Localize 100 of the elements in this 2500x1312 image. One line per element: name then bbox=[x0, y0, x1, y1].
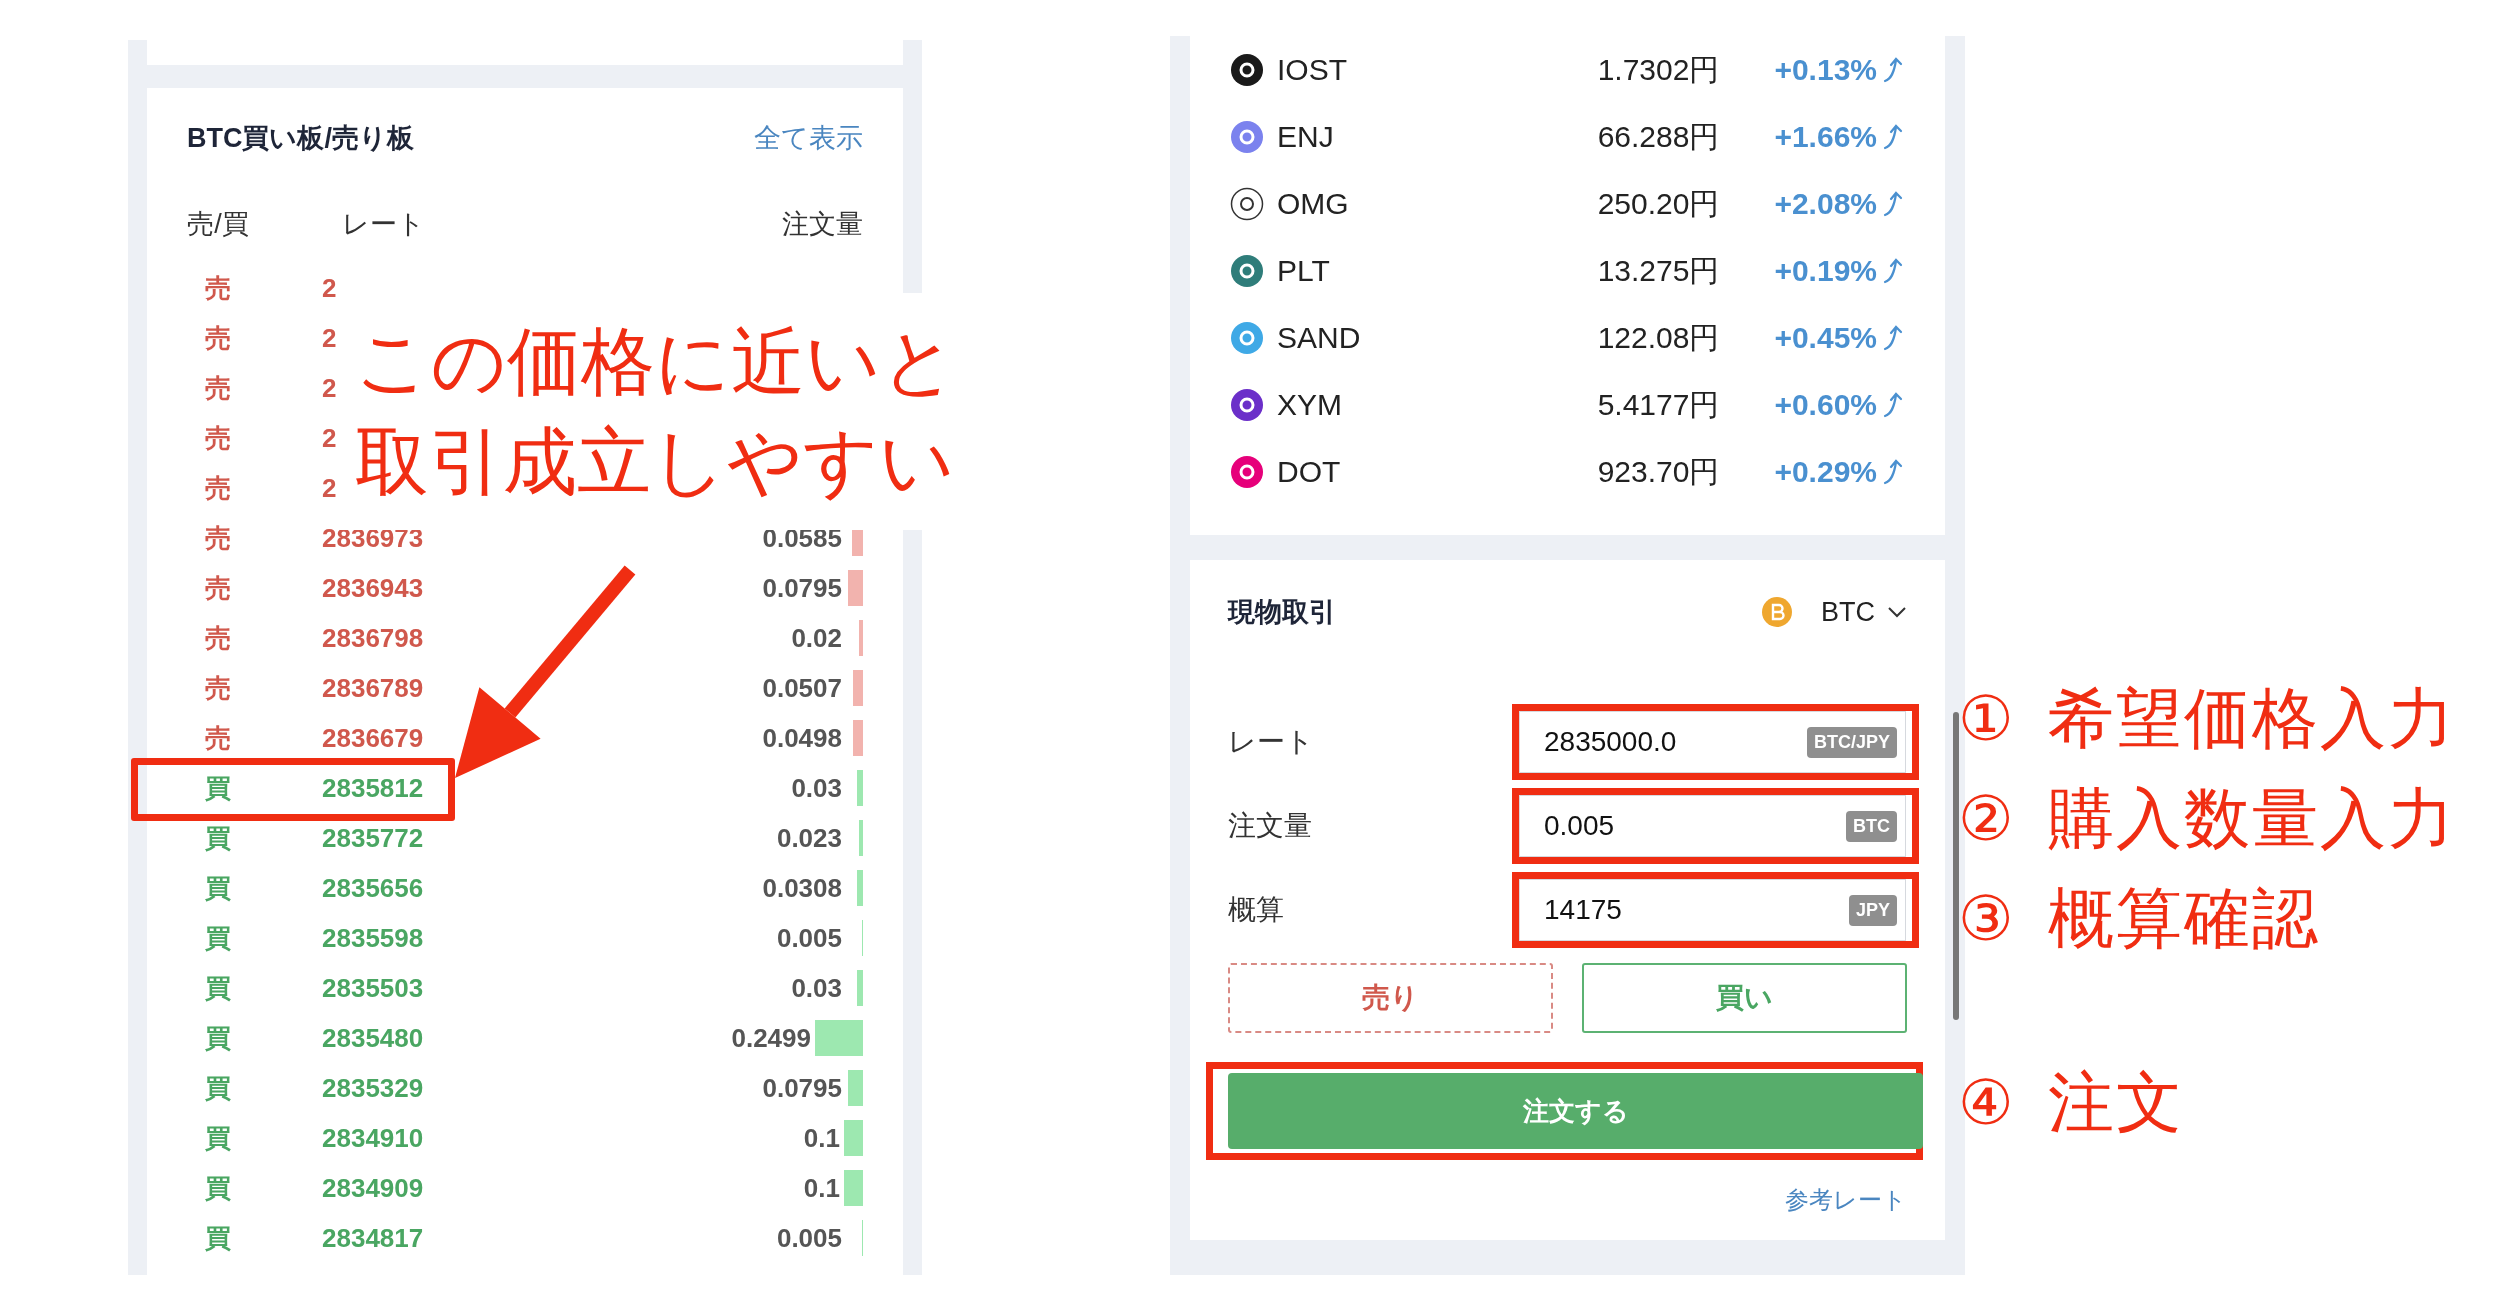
side-label: 買 bbox=[204, 1171, 232, 1205]
input-field[interactable]: 14175 JPY bbox=[1519, 879, 1906, 941]
chevron-down-icon bbox=[1887, 606, 1907, 618]
currency-dropdown[interactable]: BTC bbox=[1821, 591, 1907, 633]
annotation-text: 希望価格入力 bbox=[2048, 679, 2456, 757]
unit-tag: BTC bbox=[1846, 810, 1897, 842]
depth-bar bbox=[853, 720, 863, 756]
annotation-text: 注文 bbox=[2048, 1063, 2184, 1141]
quantity-cell-text: 0.03 bbox=[791, 971, 842, 1005]
quantity-cell-text: 0.0308 bbox=[762, 871, 842, 905]
input-field[interactable]: 0.005 BTC bbox=[1519, 795, 1906, 857]
rate-cell-text: 2834909 bbox=[322, 1171, 424, 1205]
rate-cell-text: 2 bbox=[322, 471, 337, 505]
side-label: 買 bbox=[204, 1221, 232, 1255]
column-header: 売/買 bbox=[187, 207, 249, 241]
trend-up-icon bbox=[1883, 391, 1905, 418]
side-label: 買 bbox=[204, 771, 232, 805]
annotation-text: 購入数量入力 bbox=[2048, 779, 2456, 857]
side-label: 売 bbox=[204, 421, 232, 455]
rate-cell-text: 2 bbox=[322, 421, 337, 455]
coin-symbol: IOST bbox=[1277, 52, 1348, 88]
depth-bar bbox=[857, 970, 863, 1006]
quantity-cell-text: 0.0795 bbox=[762, 1071, 842, 1105]
annotation-text: この価格に近いと bbox=[355, 318, 958, 405]
rate-cell-text: 2834817 bbox=[322, 1221, 424, 1255]
step-number: ④ bbox=[1958, 1064, 2015, 1141]
rate-cell-text: 2835772 bbox=[322, 821, 424, 855]
side-label: 買 bbox=[204, 971, 232, 1005]
trend-up-icon bbox=[1883, 257, 1905, 284]
rate-cell-text: 2834910 bbox=[322, 1121, 424, 1155]
rate-cell-text: 2835503 bbox=[322, 971, 424, 1005]
change-cell-text: +0.60% bbox=[1774, 387, 1877, 423]
trend-up-icon bbox=[1883, 56, 1905, 83]
side-label: 買 bbox=[204, 821, 232, 855]
coin-symbol: OMG bbox=[1277, 186, 1350, 222]
unit-tag: BTC/JPY bbox=[1806, 726, 1897, 758]
annotation-text: 概算確認 bbox=[2048, 879, 2320, 957]
depth-bar bbox=[857, 770, 863, 806]
change-cell-text: +1.66% bbox=[1774, 119, 1877, 155]
unit-tag: JPY bbox=[1848, 894, 1897, 926]
quantity-cell-text: 0.2499 bbox=[731, 1021, 811, 1055]
coin-symbol: SAND bbox=[1277, 320, 1362, 356]
depth-bar bbox=[853, 670, 863, 706]
order-button[interactable]: 注文する bbox=[1228, 1073, 1923, 1149]
change-cell-text: +0.45% bbox=[1774, 320, 1877, 356]
step-number: ② bbox=[1958, 780, 2015, 857]
price-cell-text: 1.7302円 bbox=[1597, 52, 1720, 88]
price-cell-text: 5.4177円 bbox=[1597, 387, 1720, 423]
side-label: 買 bbox=[204, 871, 232, 905]
rate-cell-text: 2835656 bbox=[322, 871, 424, 905]
change-cell-text: +0.19% bbox=[1774, 253, 1877, 289]
sell-button[interactable]: 売り bbox=[1228, 963, 1553, 1033]
quantity-cell-text: 0.005 bbox=[776, 921, 842, 955]
buy-button[interactable]: 買い bbox=[1582, 963, 1907, 1033]
quantity-cell-text: 0.005 bbox=[776, 1221, 842, 1255]
input-field[interactable]: 2835000.0 BTC/JPY bbox=[1519, 711, 1906, 773]
side-label: 買 bbox=[204, 1121, 232, 1155]
quantity-cell-text: 0.0795 bbox=[762, 571, 842, 605]
side-label: 売 bbox=[204, 571, 232, 605]
side-label: 売 bbox=[204, 671, 232, 705]
side-label: 買 bbox=[204, 921, 232, 955]
side-label: 買 bbox=[204, 1021, 232, 1055]
price-cell-text: 66.288円 bbox=[1597, 119, 1720, 155]
rate-cell-text: 2836943 bbox=[322, 571, 424, 605]
trend-up-icon bbox=[1883, 190, 1905, 217]
rate-cell-text: 2 bbox=[322, 271, 337, 305]
field-label: レート bbox=[1228, 725, 1315, 759]
depth-bar bbox=[857, 870, 863, 906]
quantity-cell-text: 0.1 bbox=[803, 1171, 840, 1205]
coin-symbol: DOT bbox=[1277, 454, 1342, 490]
reference-rate-link[interactable]: 参考レート bbox=[1785, 1182, 1907, 1218]
price-cell-text: 250.20円 bbox=[1597, 186, 1720, 222]
rate-cell-text: 2836798 bbox=[322, 621, 424, 655]
depth-bar bbox=[859, 620, 863, 656]
quantity-cell-text: 0.0507 bbox=[762, 671, 842, 705]
rate-cell-text: 2835329 bbox=[322, 1071, 424, 1105]
change-cell-text: +0.29% bbox=[1774, 454, 1877, 490]
quantity-cell-text: 0.02 bbox=[791, 621, 842, 655]
trend-up-icon bbox=[1883, 458, 1905, 485]
quantity-cell-text: 0.03 bbox=[791, 771, 842, 805]
quantity-cell-text: 0.1 bbox=[803, 1121, 840, 1155]
field-label: 注文量 bbox=[1228, 809, 1313, 843]
depth-bar bbox=[848, 570, 863, 606]
view-all-link[interactable]: 全て表示 bbox=[754, 117, 863, 159]
price-cell-text: 122.08円 bbox=[1597, 320, 1720, 356]
coin-symbol: PLT bbox=[1277, 253, 1331, 289]
depth-bar bbox=[815, 1020, 863, 1056]
step-number: ① bbox=[1958, 680, 2015, 757]
rate-cell-text: 2 bbox=[322, 321, 337, 355]
side-label: 売 bbox=[204, 621, 232, 655]
quantity-cell-text: 0.023 bbox=[776, 821, 842, 855]
coin-icon bbox=[1230, 186, 1264, 221]
column-header: 注文量 bbox=[782, 207, 863, 241]
trend-up-icon bbox=[1883, 123, 1905, 150]
change-cell-text: +2.08% bbox=[1774, 186, 1877, 222]
coin-symbol: ENJ bbox=[1277, 119, 1335, 155]
depth-bar bbox=[859, 820, 863, 856]
panel-title: BTC買い板/売り板 bbox=[187, 121, 414, 155]
rate-cell-text: 2835812 bbox=[322, 771, 424, 805]
price-cell-text: 923.70円 bbox=[1597, 454, 1720, 490]
